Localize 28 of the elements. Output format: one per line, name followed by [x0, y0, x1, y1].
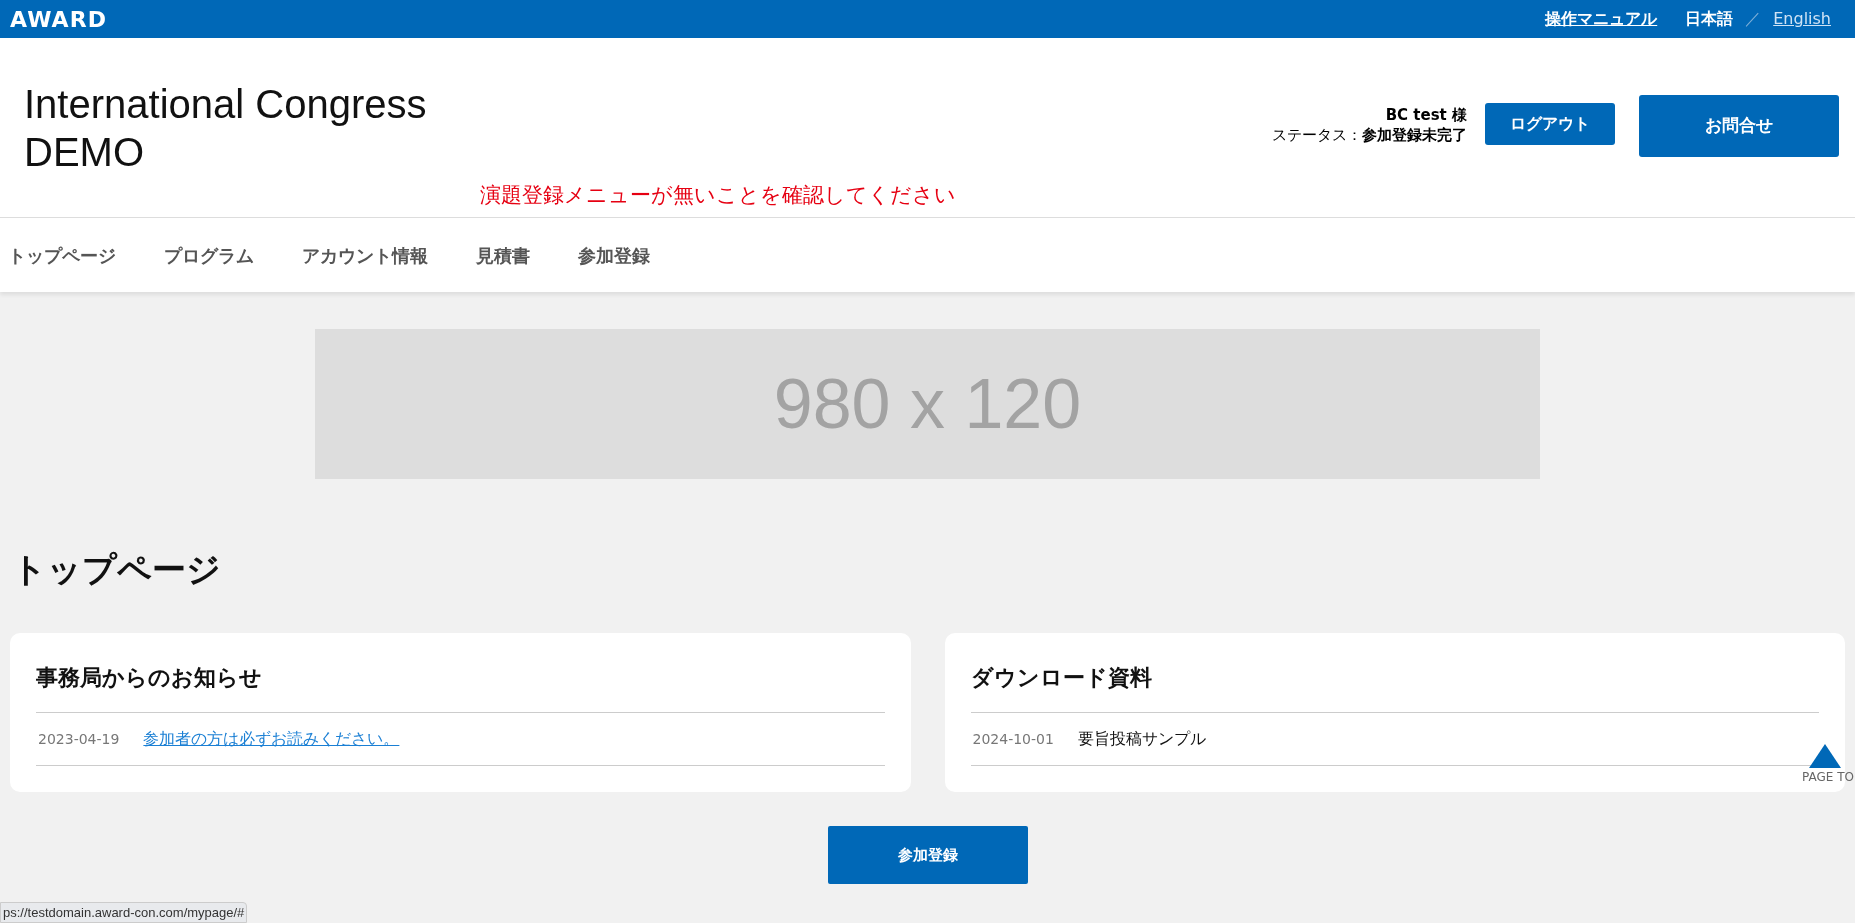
up-triangle-icon[interactable] — [1809, 744, 1841, 768]
separator: ／ — [1745, 8, 1762, 30]
register-button[interactable]: 参加登録 — [827, 826, 1028, 884]
status-text: ステータス：参加登録未完了 — [1272, 125, 1467, 145]
page-heading: トップページ — [11, 549, 222, 589]
page-top-label[interactable]: PAGE TO — [1802, 768, 1854, 786]
nav-item[interactable]: アカウント情報 — [278, 241, 452, 269]
nav-item[interactable]: 見積書 — [452, 241, 554, 269]
nav-item[interactable]: トップページ — [0, 241, 140, 269]
logo: AWARD — [10, 5, 108, 34]
manual-link[interactable]: 操作マニュアル — [1545, 7, 1658, 31]
item-date: 2024-10-01 — [972, 729, 1054, 749]
user-name: BC test 様 — [1385, 105, 1467, 125]
status-url: ps://testdomain.award-con.com/mypage/# — [0, 901, 248, 923]
banner-text: 980 x 120 — [773, 363, 1082, 445]
notice-link[interactable]: 参加者の方は必ずお読みください。 — [143, 727, 400, 751]
nav-item[interactable]: 参加登録 — [554, 241, 674, 269]
contact-button[interactable]: お問合せ — [1639, 95, 1839, 157]
site-title: International Congress DEMO — [24, 81, 428, 176]
nav-item[interactable]: プログラム — [140, 241, 278, 269]
card-title: 事務局からのお知らせ — [36, 661, 885, 713]
item-date: 2023-04-19 — [38, 729, 120, 749]
language-link[interactable]: 日本語 — [1685, 7, 1734, 31]
document-title: 要旨投稿サンプル — [1077, 728, 1206, 750]
notice-text: 演題登録メニューが無いことを確認してください — [480, 182, 956, 209]
card-title: ダウンロード資料 — [970, 661, 1819, 713]
logout-button[interactable]: ログアウト — [1485, 103, 1615, 145]
language-link[interactable]: English — [1773, 7, 1831, 31]
